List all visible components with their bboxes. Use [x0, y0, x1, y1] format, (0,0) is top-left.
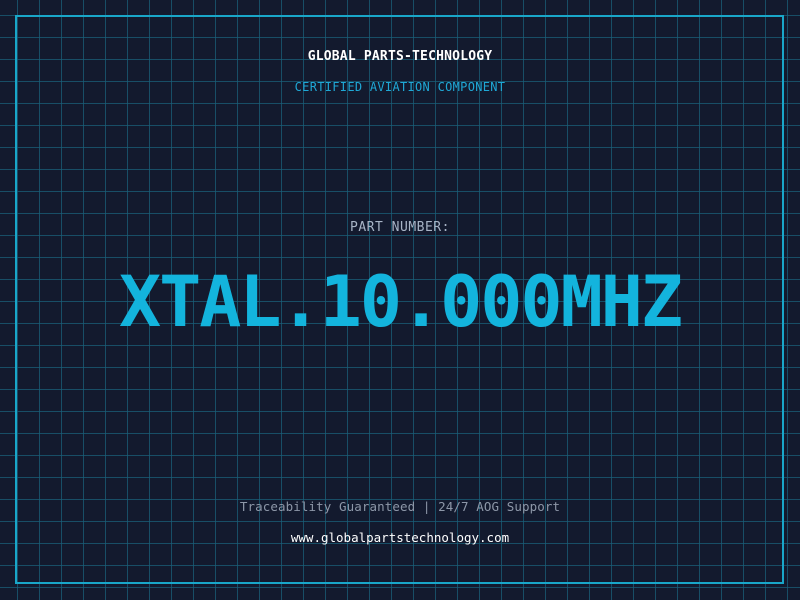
website-url: www.globalpartstechnology.com: [290, 530, 510, 545]
certification-subtitle: CERTIFIED AVIATION COMPONENT: [294, 80, 506, 94]
part-card: GLOBAL PARTS-TECHNOLOGY CERTIFIED AVIATI…: [0, 0, 800, 600]
company-name: GLOBAL PARTS-TECHNOLOGY: [307, 49, 493, 64]
part-number-value: XTAL.10.000MHZ: [118, 261, 683, 343]
part-number-label: PART NUMBER:: [350, 220, 450, 235]
service-tagline: Traceability Guaranteed | 24/7 AOG Suppo…: [239, 499, 561, 514]
